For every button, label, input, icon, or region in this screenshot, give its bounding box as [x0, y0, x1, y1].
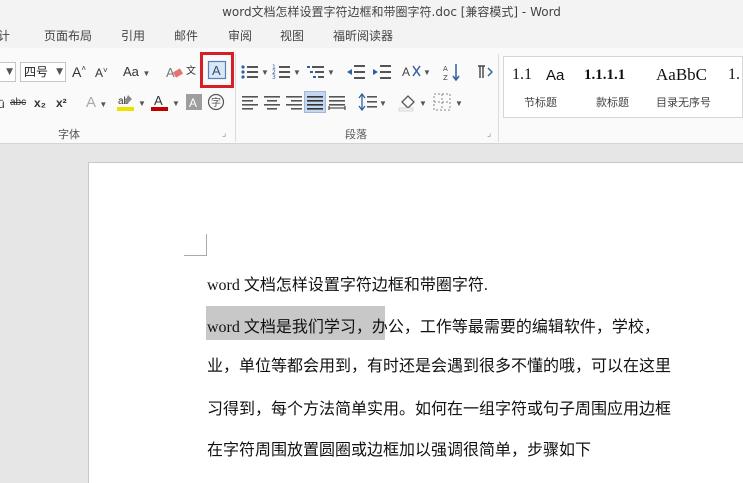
align-left-icon[interactable]	[240, 92, 260, 112]
font-size-value: 四号	[24, 65, 49, 79]
style-name[interactable]: 节标题	[524, 94, 557, 110]
tab-foxit-reader[interactable]: 福昕阅读器	[333, 24, 393, 48]
change-case-button[interactable]: Aa ▼	[123, 64, 150, 79]
align-center-icon[interactable]	[262, 92, 282, 112]
chevron-down-icon[interactable]: ▼	[455, 99, 463, 108]
style-sample[interactable]: 1.1	[512, 66, 532, 84]
dialog-launcher-icon[interactable]: ⌟	[222, 128, 226, 139]
borders-icon[interactable]	[432, 92, 452, 112]
style-sample[interactable]: 1.	[728, 66, 740, 84]
document-line[interactable]: 在字符周围放置圆圈或边框加以强调很简单，步骤如下	[207, 436, 591, 460]
group-divider	[498, 54, 499, 142]
multilevel-list-icon[interactable]	[306, 62, 326, 82]
svg-text:字: 字	[211, 96, 221, 109]
font-size-combo[interactable]: 四号 ▼	[20, 62, 66, 82]
strikethrough-button[interactable]: abc	[10, 97, 26, 108]
chevron-down-icon[interactable]: ▼	[379, 99, 387, 108]
highlight-color-swatch	[117, 107, 134, 111]
tab-design[interactable]: 计	[0, 24, 10, 48]
grow-font-icon[interactable]: A˄	[72, 64, 86, 80]
clear-formatting-icon[interactable]: A	[164, 62, 184, 82]
shading-icon[interactable]	[398, 92, 418, 112]
highlight-box-character-border	[200, 52, 234, 88]
svg-text:A: A	[189, 96, 197, 110]
underline-icon[interactable]: ū	[0, 97, 5, 111]
phonetic-guide-icon[interactable]: 文	[186, 62, 196, 77]
chevron-down-icon: ▼	[142, 69, 151, 78]
superscript-button[interactable]: x²	[56, 96, 67, 110]
text-effects-icon[interactable]: A ▼	[86, 94, 107, 111]
document-line[interactable]: word 文档是我们学习，办公，工作等最需要的编辑软件，学校，	[207, 313, 660, 337]
chevron-down-icon: ▼	[6, 67, 13, 77]
subscript-button[interactable]: x₂	[34, 96, 46, 110]
chevron-down-icon: ▼	[56, 67, 63, 77]
window-title: word文档怎样设置字符边框和带圈字符.doc [兼容模式] - Word	[222, 5, 561, 19]
line-spacing-icon[interactable]	[358, 92, 378, 112]
style-sample[interactable]: 1.1.1.1	[584, 67, 625, 84]
tab-page-layout[interactable]: 页面布局	[44, 24, 92, 48]
style-sample[interactable]: Aa	[546, 67, 564, 84]
increase-indent-icon[interactable]	[372, 62, 392, 82]
sort-icon[interactable]: AZ	[442, 62, 462, 82]
decrease-indent-icon[interactable]	[346, 62, 366, 82]
chevron-down-icon[interactable]: ▼	[423, 68, 431, 77]
document-line[interactable]: 业，单位等都会用到，有时还是会遇到很多不懂的哦，可以在这里	[207, 352, 671, 376]
svg-text:Z: Z	[443, 74, 448, 82]
svg-text:3: 3	[272, 74, 276, 81]
chevron-down-icon[interactable]: ▼	[261, 68, 269, 77]
superscript-label: x²	[56, 96, 67, 110]
style-sample[interactable]: AaBbC	[656, 65, 707, 85]
svg-text:A: A	[443, 65, 448, 73]
chevron-down-icon[interactable]: ▼	[327, 68, 335, 77]
document-line[interactable]: 习得到，每个方法简单实用。如何在一组字符或句子周围应用边框	[207, 395, 671, 419]
justify-icon[interactable]	[305, 92, 325, 112]
tab-references[interactable]: 引用	[121, 24, 145, 48]
subscript-label: x₂	[34, 96, 47, 110]
font-group-label: 字体	[58, 128, 80, 141]
chevron-down-icon[interactable]: ▼	[138, 99, 146, 108]
distributed-align-icon[interactable]	[327, 92, 347, 112]
style-name[interactable]: 款标题	[596, 94, 629, 110]
style-name[interactable]: 目录无序号	[656, 94, 711, 110]
document-title-line[interactable]: word 文档怎样设置字符边框和带圈字符.	[207, 271, 488, 295]
highlight-color-icon[interactable]: ab	[116, 92, 136, 112]
font-color-icon[interactable]: A	[150, 92, 170, 112]
strikethrough-label: abc	[10, 97, 27, 108]
font-name-combo[interactable]: ▼	[0, 62, 16, 82]
ribbon-tab-bar: 计 页面布局 引用 邮件 审阅 视图 福昕阅读器	[0, 24, 743, 48]
svg-text:A: A	[154, 93, 163, 108]
chevron-down-icon[interactable]: ▼	[419, 99, 427, 108]
numbering-icon[interactable]: 1 2 3	[272, 62, 292, 82]
show-formatting-marks-icon[interactable]	[474, 62, 494, 82]
svg-text:A: A	[402, 65, 410, 79]
margin-corner-mark	[206, 234, 207, 256]
paragraph-group-label: 段落	[345, 128, 367, 141]
align-right-icon[interactable]	[284, 92, 304, 112]
dialog-launcher-icon[interactable]: ⌟	[487, 128, 491, 139]
character-shading-icon[interactable]: A	[184, 92, 204, 112]
chinese-layout-icon[interactable]: A	[402, 62, 422, 82]
group-divider	[235, 54, 236, 142]
tab-view[interactable]: 视图	[280, 24, 304, 48]
chevron-down-icon[interactable]: ▼	[172, 99, 180, 108]
shrink-font-icon[interactable]: A˅	[95, 66, 108, 80]
tab-review[interactable]: 审阅	[228, 24, 252, 48]
tab-mailings[interactable]: 邮件	[174, 24, 198, 48]
margin-corner-mark	[184, 255, 206, 256]
chevron-down-icon[interactable]: ▼	[293, 68, 301, 77]
enclose-characters-icon[interactable]: 字	[206, 92, 226, 112]
change-case-label: Aa	[123, 64, 139, 79]
bullets-icon[interactable]	[240, 62, 260, 82]
